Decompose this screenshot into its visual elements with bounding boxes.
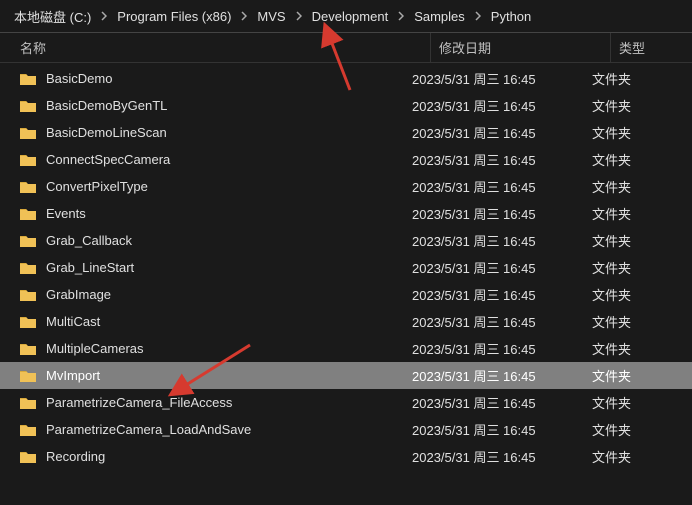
column-header-date[interactable]: 修改日期 (430, 33, 610, 62)
folder-row[interactable]: Recording 2023/5/31 周三 16:45文件夹 (0, 443, 692, 470)
folder-name: Grab_Callback (46, 233, 132, 248)
folder-icon (20, 261, 36, 275)
file-type: 文件夹 (584, 123, 692, 142)
file-type: 文件夹 (584, 366, 692, 385)
folder-icon (20, 342, 36, 356)
column-header-type[interactable]: 类型 (610, 33, 692, 62)
folder-row[interactable]: MultipleCameras 2023/5/31 周三 16:45文件夹 (0, 335, 692, 362)
folder-icon (20, 153, 36, 167)
column-header-row: 名称 修改日期 类型 (0, 33, 692, 63)
modified-date: 2023/5/31 周三 16:45 (404, 123, 584, 142)
modified-date: 2023/5/31 周三 16:45 (404, 150, 584, 169)
breadcrumb-item[interactable]: Python (487, 7, 535, 26)
folder-icon (20, 396, 36, 410)
file-type: 文件夹 (584, 312, 692, 331)
folder-name: BasicDemoByGenTL (46, 98, 167, 113)
folder-name: GrabImage (46, 287, 111, 302)
modified-date: 2023/5/31 周三 16:45 (404, 258, 584, 277)
modified-date: 2023/5/31 周三 16:45 (404, 204, 584, 223)
folder-row[interactable]: Grab_LineStart 2023/5/31 周三 16:45文件夹 (0, 254, 692, 281)
folder-row[interactable]: BasicDemo 2023/5/31 周三 16:45文件夹 (0, 65, 692, 92)
folder-icon (20, 234, 36, 248)
folder-row[interactable]: ParametrizeCamera_LoadAndSave 2023/5/31 周… (0, 416, 692, 443)
file-type: 文件夹 (584, 69, 692, 88)
folder-name: ParametrizeCamera_FileAccess (46, 395, 232, 410)
modified-date: 2023/5/31 周三 16:45 (404, 69, 584, 88)
folder-icon (20, 72, 36, 86)
modified-date: 2023/5/31 周三 16:45 (404, 177, 584, 196)
modified-date: 2023/5/31 周三 16:45 (404, 393, 584, 412)
file-type: 文件夹 (584, 150, 692, 169)
folder-row[interactable]: MultiCast 2023/5/31 周三 16:45文件夹 (0, 308, 692, 335)
file-type: 文件夹 (584, 339, 692, 358)
folder-name: MvImport (46, 368, 100, 383)
breadcrumb[interactable]: 本地磁盘 (C:) Program Files (x86) MVS Developme… (0, 0, 692, 32)
folder-icon (20, 369, 36, 383)
folder-row[interactable]: Grab_Callback 2023/5/31 周三 16:45文件夹 (0, 227, 692, 254)
modified-date: 2023/5/31 周三 16:45 (404, 366, 584, 385)
modified-date: 2023/5/31 周三 16:45 (404, 447, 584, 466)
folder-row[interactable]: BasicDemoLineScan 2023/5/31 周三 16:45文件夹 (0, 119, 692, 146)
file-type: 文件夹 (584, 96, 692, 115)
folder-name: MultiCast (46, 314, 100, 329)
folder-name: Events (46, 206, 86, 221)
folder-icon (20, 423, 36, 437)
folder-icon (20, 450, 36, 464)
file-type: 文件夹 (584, 204, 692, 223)
breadcrumb-item[interactable]: Samples (410, 7, 469, 26)
folder-row[interactable]: GrabImage 2023/5/31 周三 16:45文件夹 (0, 281, 692, 308)
folder-row[interactable]: ConnectSpecCamera 2023/5/31 周三 16:45文件夹 (0, 146, 692, 173)
folder-name: BasicDemo (46, 71, 112, 86)
folder-icon (20, 180, 36, 194)
breadcrumb-item[interactable]: 本地磁盘 (C:) (10, 5, 95, 28)
folder-name: ConnectSpecCamera (46, 152, 170, 167)
modified-date: 2023/5/31 周三 16:45 (404, 312, 584, 331)
folder-icon (20, 99, 36, 113)
folder-icon (20, 315, 36, 329)
column-header-name[interactable]: 名称 (20, 38, 430, 57)
folder-name: Recording (46, 449, 105, 464)
breadcrumb-item[interactable]: Development (308, 7, 393, 26)
chevron-right-icon[interactable] (290, 11, 308, 21)
file-list: BasicDemo2023/5/31 周三 16:45文件夹BasicDemoB… (0, 63, 692, 470)
chevron-right-icon[interactable] (469, 11, 487, 21)
file-type: 文件夹 (584, 420, 692, 439)
folder-row[interactable]: MvImport 2023/5/31 周三 16:45文件夹 (0, 362, 692, 389)
file-type: 文件夹 (584, 231, 692, 250)
folder-row[interactable]: Events 2023/5/31 周三 16:45文件夹 (0, 200, 692, 227)
folder-name: ParametrizeCamera_LoadAndSave (46, 422, 251, 437)
chevron-right-icon[interactable] (95, 11, 113, 21)
file-type: 文件夹 (584, 285, 692, 304)
folder-name: BasicDemoLineScan (46, 125, 167, 140)
folder-icon (20, 207, 36, 221)
folder-row[interactable]: ParametrizeCamera_FileAccess 2023/5/31 周三… (0, 389, 692, 416)
modified-date: 2023/5/31 周三 16:45 (404, 231, 584, 250)
breadcrumb-item[interactable]: MVS (253, 7, 289, 26)
modified-date: 2023/5/31 周三 16:45 (404, 420, 584, 439)
chevron-right-icon[interactable] (392, 11, 410, 21)
folder-icon (20, 126, 36, 140)
folder-row[interactable]: ConvertPixelType 2023/5/31 周三 16:45文件夹 (0, 173, 692, 200)
file-type: 文件夹 (584, 447, 692, 466)
chevron-right-icon[interactable] (235, 11, 253, 21)
modified-date: 2023/5/31 周三 16:45 (404, 339, 584, 358)
modified-date: 2023/5/31 周三 16:45 (404, 285, 584, 304)
modified-date: 2023/5/31 周三 16:45 (404, 96, 584, 115)
file-type: 文件夹 (584, 177, 692, 196)
folder-icon (20, 288, 36, 302)
folder-name: ConvertPixelType (46, 179, 148, 194)
file-type: 文件夹 (584, 258, 692, 277)
folder-name: MultipleCameras (46, 341, 144, 356)
folder-row[interactable]: BasicDemoByGenTL 2023/5/31 周三 16:45文件夹 (0, 92, 692, 119)
folder-name: Grab_LineStart (46, 260, 134, 275)
breadcrumb-item[interactable]: Program Files (x86) (113, 7, 235, 26)
file-type: 文件夹 (584, 393, 692, 412)
